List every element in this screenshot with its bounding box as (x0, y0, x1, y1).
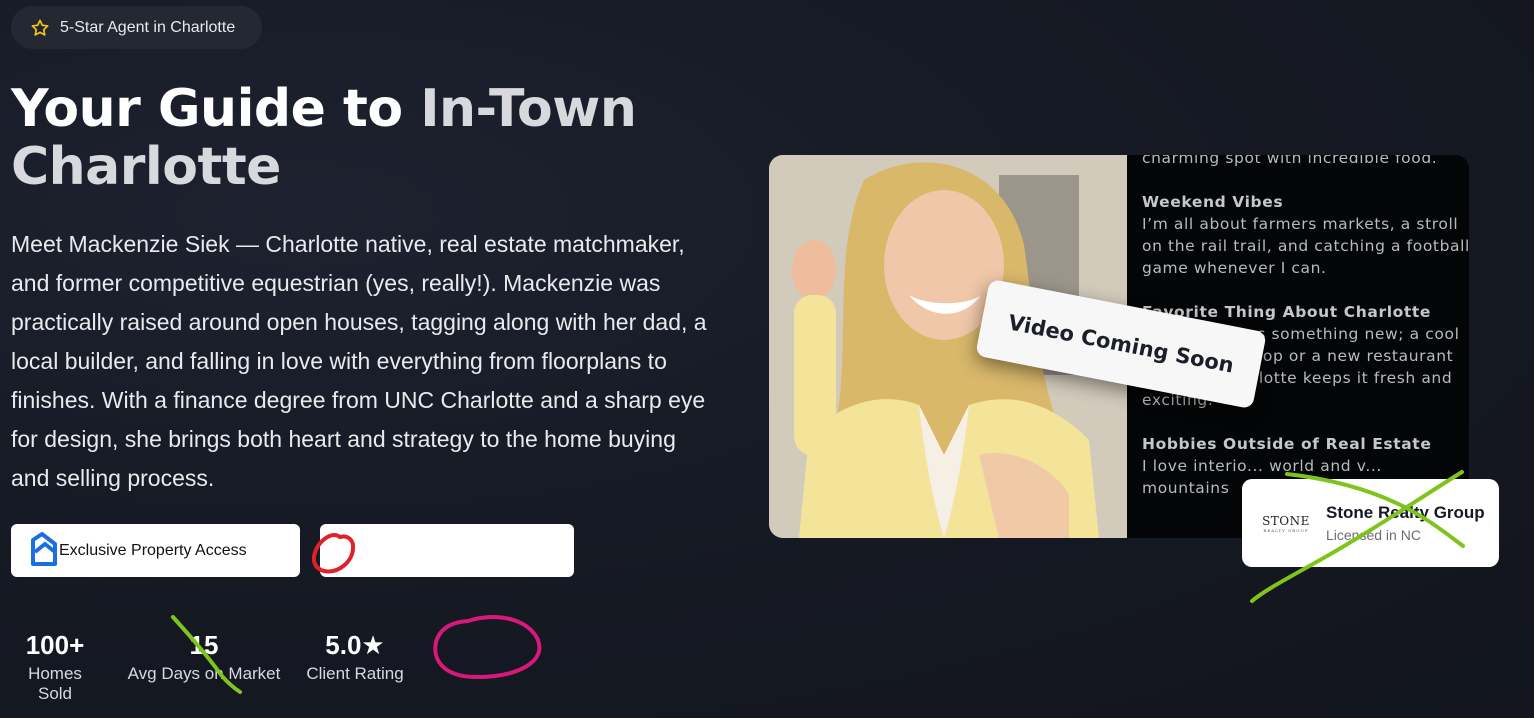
about-heading: Hobbies Outside of Real Estate (1142, 435, 1432, 453)
feature-exclusive-access[interactable]: Exclusive Property Access (11, 524, 300, 577)
video-label: Video Coming Soon (1006, 310, 1236, 378)
about-body: I’m all about farmers markets, a stroll … (1142, 215, 1469, 277)
title-accent: In-Town (420, 79, 637, 139)
logo-subtext: REALTY GROUP (1263, 527, 1309, 533)
about-heading: Weekend Vibes (1142, 193, 1284, 211)
brokerage-name: Stone Realty Group (1326, 503, 1485, 522)
stat-value: 15 (189, 630, 219, 660)
stat-value: 5.0★ (325, 630, 385, 660)
page-title: Your Guide to In-Town Charlotte (11, 80, 731, 196)
logo-text: STONE (1262, 513, 1310, 528)
stat-value: 100+ (25, 630, 85, 660)
magenta-circle-annotation (433, 614, 542, 680)
agent-bio: Meet Mackenzie Siek — Charlotte native, … (11, 231, 707, 491)
stat-label: Homes Sold (28, 664, 82, 703)
agent-badge: 5-Star Agent in Charlotte (11, 6, 262, 49)
stone-realty-logo: STONE REALTY GROUP (1262, 514, 1310, 533)
stat-client-rating: 5.0★ Client Rating (304, 628, 406, 684)
star-outline-icon (31, 19, 49, 36)
badge-label: 5-Star Agent in Charlotte (60, 18, 236, 36)
brokerage-card: STONE REALTY GROUP Stone Realty Group Li… (1242, 479, 1499, 567)
title-part2: Charlotte (11, 137, 281, 197)
license-text: Licensed in NC (1326, 527, 1421, 543)
title-part1: Your Guide to (11, 79, 421, 139)
feature-card-empty[interactable] (320, 524, 574, 577)
about-intro-tail: charming spot with incredible food. (1142, 155, 1438, 167)
feature-label: Exclusive Property Access (59, 541, 247, 559)
stat-label: Avg Days on Market (127, 664, 281, 683)
stat-homes-sold: 100+ Homes Sold (11, 628, 99, 704)
stat-label: Client Rating (306, 664, 404, 683)
stat-days-on-market: 15 Avg Days on Market (126, 628, 282, 684)
house-icon (31, 532, 57, 566)
